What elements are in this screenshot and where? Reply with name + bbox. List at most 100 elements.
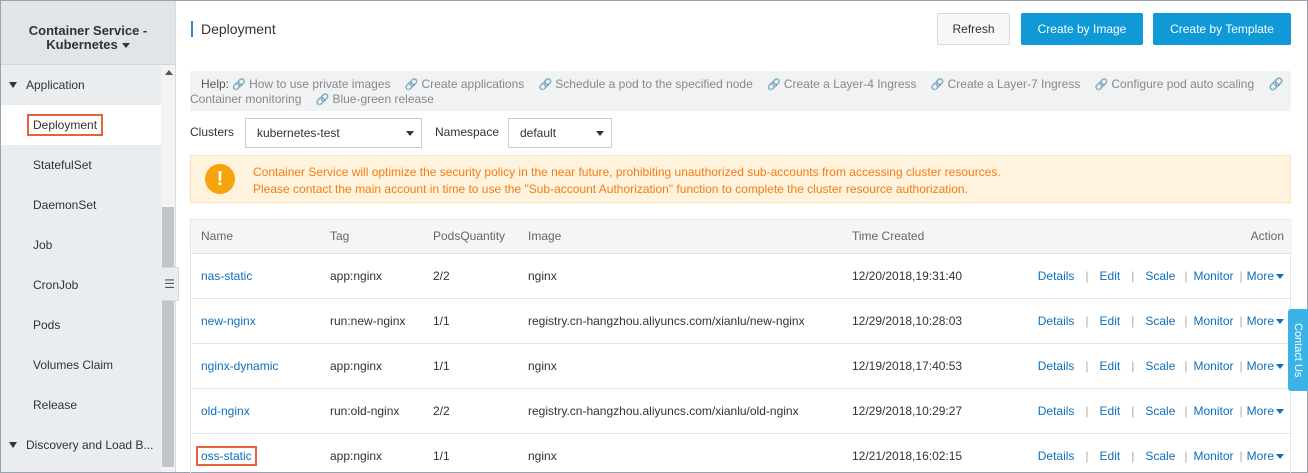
edit-link[interactable]: Edit <box>1100 359 1121 373</box>
image-cell: nginx <box>518 343 842 389</box>
sidebar-item-pods[interactable]: Pods <box>1 305 161 345</box>
actions-cell: Details | Edit | Scale | Monitor | More <box>1012 253 1292 299</box>
sidebar-item-cronjob[interactable]: CronJob <box>1 265 161 305</box>
pods-cell: 1/1 <box>423 343 518 389</box>
clusters-label: Clusters <box>190 125 235 139</box>
contact-us-label: Contact Us <box>1292 323 1304 378</box>
time-cell: 12/29/2018,10:28:03 <box>842 298 1012 344</box>
help-link-layer7-ingress[interactable]: 🔗 Create a Layer-7 Ingress <box>931 77 1080 91</box>
help-line-2: Container monitoring 🔗 Blue-green release <box>190 92 1291 107</box>
more-label: More <box>1246 313 1274 328</box>
namespace-select-value: default <box>520 126 557 140</box>
sidebar-item-deployment[interactable]: Deployment <box>1 105 161 145</box>
monitor-link[interactable]: Monitor <box>1194 269 1234 283</box>
help-link-layer4-ingress[interactable]: 🔗 Create a Layer-4 Ingress <box>767 77 916 91</box>
edit-link[interactable]: Edit <box>1100 269 1121 283</box>
monitor-link[interactable]: Monitor <box>1194 359 1234 373</box>
separator: | <box>1239 448 1243 463</box>
details-link[interactable]: Details <box>1038 359 1075 373</box>
deployment-table: Name Tag PodsQuantity Image Time Created… <box>190 219 1292 473</box>
create-by-template-button[interactable]: Create by Template <box>1153 13 1291 45</box>
help-link-create-applications[interactable]: 🔗 Create applications <box>405 77 524 91</box>
column-header-time: Time Created <box>842 220 1012 254</box>
sidebar-group-discovery[interactable]: Discovery and Load B... <box>1 425 161 465</box>
sidebar-header[interactable]: Container Service - Kubernetes <box>1 1 175 65</box>
edit-link[interactable]: Edit <box>1100 314 1121 328</box>
help-link-private-images[interactable]: 🔗 How to use private images <box>232 77 390 91</box>
refresh-button[interactable]: Refresh <box>937 13 1010 45</box>
table-row: oss-static app:nginx 1/1 nginx 12/21/201… <box>191 433 1292 473</box>
details-link[interactable]: Details <box>1038 269 1075 283</box>
sidebar-item-statefulset[interactable]: StatefulSet <box>1 145 161 185</box>
edit-link[interactable]: Edit <box>1100 449 1121 463</box>
more-dropdown[interactable]: More <box>1247 449 1284 463</box>
edit-link[interactable]: Edit <box>1100 404 1121 418</box>
separator: | <box>1085 313 1089 328</box>
actions-cell: Details | Edit | Scale | Monitor | More <box>1012 388 1292 434</box>
separator: | <box>1239 268 1243 283</box>
table-row: new-nginx run:new-nginx 1/1 registry.cn-… <box>191 298 1292 344</box>
more-label: More <box>1246 268 1274 283</box>
help-link-blue-green-release[interactable]: 🔗 Blue-green release <box>316 92 434 106</box>
link-icon: 🔗 <box>1094 79 1109 91</box>
separator: | <box>1085 268 1089 283</box>
sidebar-item-release[interactable]: Release <box>1 385 161 425</box>
help-link-text: Create applications <box>421 77 525 91</box>
warning-notice: ! Container Service will optimize the se… <box>190 155 1291 203</box>
more-dropdown[interactable]: More <box>1247 404 1284 418</box>
help-link-container-monitoring[interactable]: Container monitoring <box>190 92 301 106</box>
monitor-link[interactable]: Monitor <box>1194 314 1234 328</box>
more-dropdown[interactable]: More <box>1247 314 1284 328</box>
scale-link[interactable]: Scale <box>1145 269 1175 283</box>
scroll-up-arrow-icon[interactable] <box>165 70 173 75</box>
namespace-select[interactable]: default <box>508 118 612 148</box>
triangle-down-icon <box>9 81 17 88</box>
separator: | <box>1131 268 1135 283</box>
chevron-down-icon <box>1276 454 1284 460</box>
tag-cell: run:new-nginx <box>320 298 423 344</box>
help-link-text: Create a Layer-4 Ingress <box>783 77 917 91</box>
scale-link[interactable]: Scale <box>1145 359 1175 373</box>
triangle-down-icon <box>9 441 17 448</box>
deployment-name-link[interactable]: old-nginx <box>201 404 250 418</box>
sidebar-title-line1: Container Service - <box>28 23 148 38</box>
column-header-tag: Tag <box>320 220 423 254</box>
help-link-pod-auto-scaling[interactable]: 🔗 Configure pod auto scaling <box>1095 77 1254 91</box>
deployment-name-link[interactable]: nginx-dynamic <box>201 359 278 373</box>
contact-us-tab[interactable]: Contact Us <box>1288 309 1308 391</box>
image-cell: nginx <box>528 448 557 463</box>
more-dropdown[interactable]: More <box>1247 269 1284 283</box>
scale-link[interactable]: Scale <box>1145 404 1175 418</box>
help-link-schedule-pod[interactable]: 🔗 Schedule a pod to the specified node <box>539 77 753 91</box>
sidebar-group-application[interactable]: Application <box>1 65 161 105</box>
monitor-link[interactable]: Monitor <box>1194 404 1234 418</box>
link-icon: 🔗 <box>538 79 553 91</box>
separator: | <box>1085 403 1089 418</box>
sidebar-item-daemonset[interactable]: DaemonSet <box>1 185 161 225</box>
deployment-name-link[interactable]: nas-static <box>201 269 252 283</box>
actions-cell: Details | Edit | Scale | Monitor | More <box>1012 298 1292 344</box>
scrollbar-thumb[interactable] <box>162 207 174 467</box>
chevron-down-icon <box>596 131 604 136</box>
create-by-image-button[interactable]: Create by Image <box>1021 13 1143 45</box>
details-link[interactable]: Details <box>1038 404 1075 418</box>
link-icon: 🔗 <box>315 94 330 106</box>
deployment-name-link[interactable]: oss-static <box>196 445 257 466</box>
sidebar-item-job[interactable]: Job <box>1 225 161 265</box>
table-row: old-nginx run:old-nginx 2/2 registry.cn-… <box>191 388 1292 434</box>
deployment-name-link[interactable]: new-nginx <box>201 314 256 328</box>
separator: | <box>1184 268 1188 283</box>
clusters-select[interactable]: kubernetes-test <box>245 118 422 148</box>
monitor-link[interactable]: Monitor <box>1194 449 1234 463</box>
time-cell: 12/20/2018,19:31:40 <box>842 253 1012 299</box>
tag-cell: app:nginx <box>330 448 383 463</box>
sidebar-item-volumes-claim[interactable]: Volumes Claim <box>1 345 161 385</box>
scale-link[interactable]: Scale <box>1145 449 1175 463</box>
scale-link[interactable]: Scale <box>1145 314 1175 328</box>
pods-cell: 2/2 <box>423 388 518 434</box>
separator: | <box>1131 448 1135 463</box>
more-dropdown[interactable]: More <box>1247 359 1284 373</box>
details-link[interactable]: Details <box>1038 449 1075 463</box>
column-header-action: Action <box>1012 220 1292 254</box>
details-link[interactable]: Details <box>1038 314 1075 328</box>
